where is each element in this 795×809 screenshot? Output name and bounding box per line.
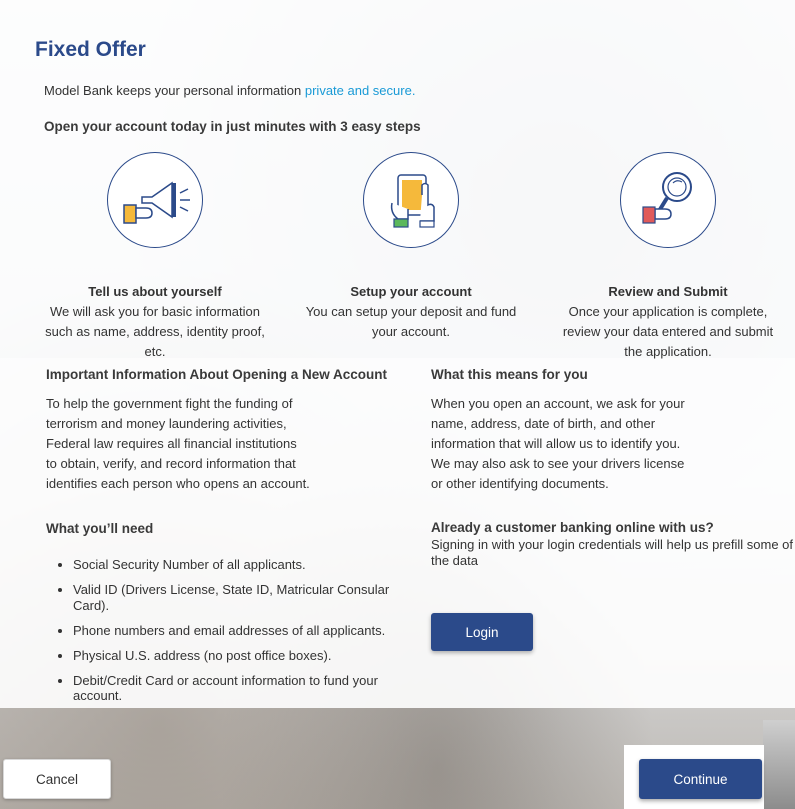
existing-customer-title: Already a customer banking online with u…	[431, 520, 714, 535]
page-title: Fixed Offer	[35, 38, 146, 61]
step-1: Tell us about yourself We will ask you f…	[35, 282, 275, 362]
step-3-title: Review and Submit	[608, 284, 728, 299]
important-line: terrorism and money laundering activitie…	[46, 416, 287, 431]
step-1-line: etc.	[144, 344, 166, 359]
list-item: Phone numbers and email addresses of all…	[73, 623, 413, 639]
step-2-title: Setup your account	[350, 284, 472, 299]
means-line: We may also ask to see your drivers lice…	[431, 456, 685, 471]
step-2-line: your account.	[371, 324, 451, 339]
login-button[interactable]: Login	[431, 613, 533, 651]
step-3-line: the application.	[624, 344, 712, 359]
privacy-note: Model Bank keeps your personal informati…	[44, 83, 415, 98]
list-item: Debit/Credit Card or account information…	[73, 673, 413, 704]
important-line: to obtain, verify, and record informatio…	[46, 456, 296, 471]
list-item: Valid ID (Drivers License, State ID, Mat…	[73, 582, 413, 613]
means-line: name, address, date of birth, and other	[431, 416, 656, 431]
cancel-button[interactable]: Cancel	[3, 759, 111, 799]
steps-heading: Open your account today in just minutes …	[44, 119, 421, 134]
tablet-icon	[363, 152, 459, 248]
means-title: What this means for you	[431, 367, 588, 382]
important-line: To help the government fight the funding…	[46, 396, 293, 411]
continue-button[interactable]: Continue	[639, 759, 762, 799]
step-1-line: We will ask you for basic information	[49, 304, 260, 319]
background-photo-edge	[763, 720, 795, 809]
privacy-text: Model Bank keeps your personal informati…	[44, 83, 305, 98]
means-text: When you open an account, we ask for you…	[431, 394, 761, 494]
important-info-text: To help the government fight the funding…	[46, 394, 366, 494]
need-list: Social Security Number of all applicants…	[58, 557, 413, 713]
step-2: Setup your account You can setup your de…	[291, 282, 531, 342]
step-3-line: review your data entered and submit	[562, 324, 774, 339]
existing-line: Signing in with your login credentials w…	[431, 537, 794, 552]
step-1-line: such as name, address, identity proof,	[45, 324, 265, 339]
existing-line: the data	[431, 553, 478, 568]
step-3: Review and Submit Once your application …	[548, 282, 788, 362]
means-line: or other identifying documents.	[431, 476, 609, 491]
privacy-link[interactable]: private and secure.	[305, 83, 416, 98]
existing-customer-text: Signing in with your login credentials w…	[431, 537, 793, 569]
step-1-title: Tell us about yourself	[88, 284, 222, 299]
megaphone-icon	[107, 152, 203, 248]
means-line: information that will allow us to identi…	[431, 436, 681, 451]
step-3-line: Once your application is complete,	[568, 304, 768, 319]
list-item: Physical U.S. address (no post office bo…	[73, 648, 413, 664]
magnifier-icon	[620, 152, 716, 248]
list-item: Social Security Number of all applicants…	[73, 557, 413, 573]
step-2-line: You can setup your deposit and fund	[305, 304, 517, 319]
important-line: identifies each person who opens an acco…	[46, 476, 310, 491]
important-line: Federal law requires all financial insti…	[46, 436, 297, 451]
important-info-title: Important Information About Opening a Ne…	[46, 367, 387, 382]
need-title: What you’ll need	[46, 521, 154, 536]
means-line: When you open an account, we ask for you…	[431, 396, 685, 411]
